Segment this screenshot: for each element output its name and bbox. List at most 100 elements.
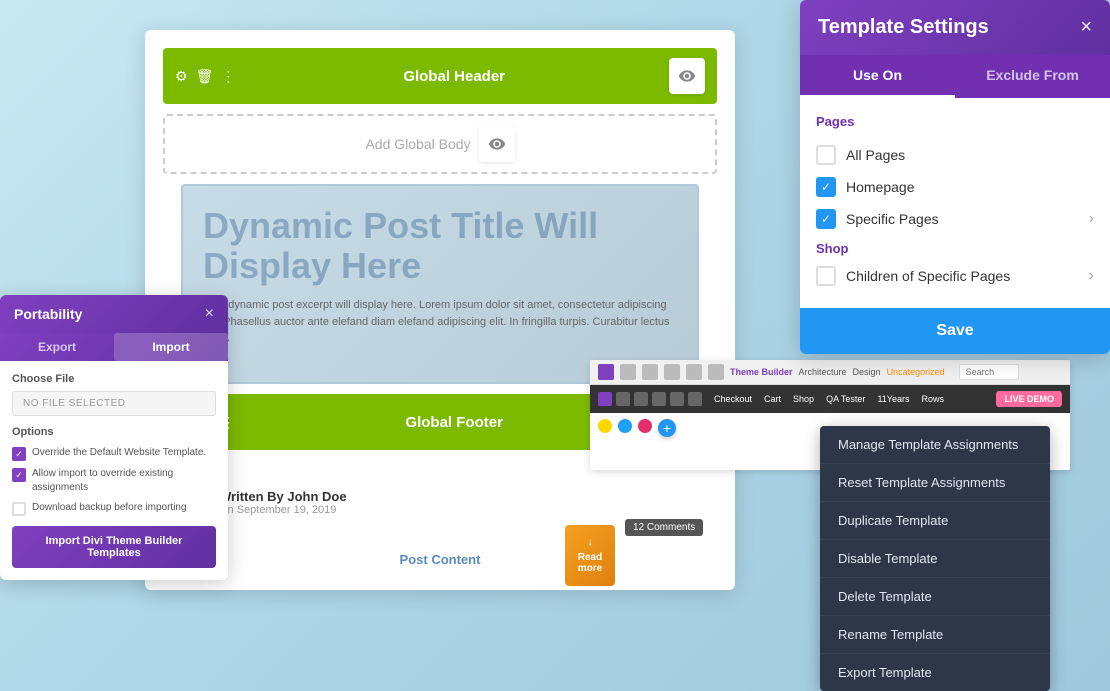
ts-header: Template Settings × <box>800 0 1110 55</box>
ts-label-children-specific: Children of Specific Pages <box>846 268 1079 284</box>
ts-checkbox-children-specific[interactable] <box>816 266 836 286</box>
facebook-social-icon[interactable] <box>598 419 612 433</box>
post-content-link[interactable]: Post Content <box>145 544 735 575</box>
demo-menu-set1[interactable] <box>616 392 630 406</box>
demo-add-icon[interactable] <box>598 364 614 380</box>
portability-tab-export[interactable]: Export <box>0 333 114 361</box>
demo-cart[interactable]: Cart <box>764 394 781 404</box>
read-more-button[interactable]: ↓ Read more <box>565 525 615 586</box>
template-row-header[interactable]: ⚙ 🗑 ⋮ Global Header <box>163 48 717 104</box>
dynamic-post-excerpt: Your dynamic post excerpt will display h… <box>203 297 677 347</box>
option-allow-import-check[interactable]: ✓ <box>12 468 26 482</box>
ts-tabs: Use On Exclude From <box>800 55 1110 98</box>
demo-11years[interactable]: 11Years <box>877 394 909 404</box>
specific-pages-arrow[interactable]: › <box>1089 210 1094 228</box>
visibility-toggle-header[interactable] <box>669 58 705 94</box>
ts-row-specific-pages[interactable]: ✓ Specific Pages › <box>816 203 1094 235</box>
design-label: Design <box>853 367 881 377</box>
demo-menu-set5[interactable] <box>688 392 702 406</box>
ts-checkbox-homepage[interactable]: ✓ <box>816 177 836 197</box>
ts-label-homepage: Homepage <box>846 179 1094 195</box>
menu-manage-assignments[interactable]: Manage Template Assignments <box>820 426 1050 464</box>
demo-grid-icon[interactable] <box>708 364 724 380</box>
ts-row-children-specific[interactable]: Children of Specific Pages › <box>816 260 1094 292</box>
portability-tabs: Export Import <box>0 333 228 361</box>
read-more-label: Read more <box>573 552 607 574</box>
file-input-display[interactable]: NO FILE SELECTED <box>12 391 216 416</box>
trash-icon-header[interactable]: 🗑 <box>196 68 214 85</box>
option-download-backup-check[interactable] <box>12 502 26 516</box>
menu-reset-assignments[interactable]: Reset Template Assignments <box>820 464 1050 502</box>
menu-duplicate[interactable]: Duplicate Template <box>820 502 1050 540</box>
demo-qa-tester[interactable]: QA Tester <box>826 394 865 404</box>
read-more-arrow: ↓ <box>588 537 593 548</box>
demo-menu-bar: Checkout Cart Shop QA Tester 11Years Row… <box>590 385 1070 413</box>
ts-title: Template Settings <box>818 16 989 39</box>
demo-rows[interactable]: Rows <box>921 394 944 404</box>
architecture-label: Architecture <box>799 367 847 377</box>
comments-badge[interactable]: 12 Comments <box>625 519 703 536</box>
settings-icon-header[interactable]: ⚙ <box>175 68 188 85</box>
instagram-social-icon[interactable] <box>638 419 652 433</box>
ts-row-all-pages[interactable]: All Pages <box>816 139 1094 171</box>
menu-delete[interactable]: Delete Template <box>820 578 1050 616</box>
option-override-label: Override the Default Website Template. <box>32 446 206 460</box>
option-allow-import-label: Allow import to override existing assign… <box>32 467 216 495</box>
dots-icon-header[interactable]: ⋮ <box>221 68 235 85</box>
import-button[interactable]: Import Divi Theme Builder Templates <box>12 526 216 568</box>
dynamic-content-block: Dynamic Post Title Will Display Here You… <box>181 184 699 384</box>
demo-info-icon[interactable] <box>642 364 658 380</box>
demo-dots-icon[interactable] <box>686 364 702 380</box>
ts-tab-exclude-from[interactable]: Exclude From <box>955 55 1110 98</box>
option-override-check[interactable]: ✓ <box>12 447 26 461</box>
demo-settings-icon[interactable] <box>620 364 636 380</box>
portability-title: Portability <box>14 306 82 322</box>
menu-rename[interactable]: Rename Template <box>820 616 1050 654</box>
shop-section-label: Shop <box>816 241 1094 256</box>
demo-more-icon[interactable] <box>664 364 680 380</box>
menu-disable[interactable]: Disable Template <box>820 540 1050 578</box>
pages-section-label: Pages <box>816 114 1094 129</box>
portability-panel: Portability × Export Import Choose File … <box>0 295 228 580</box>
portability-body: Choose File NO FILE SELECTED Options ✓ O… <box>0 361 228 580</box>
template-row-body[interactable]: Add Global Body <box>163 114 717 174</box>
demo-menu-add[interactable] <box>598 392 612 406</box>
twitter-social-icon[interactable] <box>618 419 632 433</box>
demo-nav-bar: Theme Builder Architecture Design Uncate… <box>590 360 1070 385</box>
visibility-toggle-body[interactable] <box>479 126 515 162</box>
theme-builder-label: Theme Builder <box>730 367 793 377</box>
dynamic-post-title: Dynamic Post Title Will Display Here <box>203 206 677 285</box>
builder-card: ⚙ 🗑 ⋮ Global Header Add Global Body Dyna… <box>145 30 735 590</box>
ts-close-button[interactable]: × <box>1080 16 1092 39</box>
portability-close-button[interactable]: × <box>205 305 214 323</box>
ts-row-homepage[interactable]: ✓ Homepage <box>816 171 1094 203</box>
demo-menu-set4[interactable] <box>670 392 684 406</box>
context-menu: Manage Template Assignments Reset Templa… <box>820 426 1050 691</box>
portability-tab-import[interactable]: Import <box>114 333 228 361</box>
ts-label-all-pages: All Pages <box>846 147 1094 163</box>
option-override: ✓ Override the Default Website Template. <box>12 446 216 461</box>
demo-menu-set2[interactable] <box>634 392 648 406</box>
options-title: Options <box>12 426 216 438</box>
file-section-label: Choose File <box>12 373 216 385</box>
ts-body: Pages All Pages ✓ Homepage ✓ Specific Pa… <box>800 98 1110 304</box>
demo-live-button[interactable]: LIVE DEMO <box>996 391 1062 407</box>
ts-label-specific-pages: Specific Pages <box>846 211 1079 227</box>
template-settings-panel: Template Settings × Use On Exclude From … <box>800 0 1110 354</box>
header-row-label: Global Header <box>247 68 661 85</box>
demo-shop[interactable]: Shop <box>793 394 814 404</box>
author-date: On September 19, 2019 <box>219 504 717 516</box>
children-specific-arrow[interactable]: › <box>1089 267 1094 285</box>
menu-export[interactable]: Export Template <box>820 654 1050 691</box>
ts-checkbox-specific-pages[interactable]: ✓ <box>816 209 836 229</box>
ts-save-button[interactable]: Save <box>800 308 1110 354</box>
demo-menu-set3[interactable] <box>652 392 666 406</box>
option-allow-import: ✓ Allow import to override existing assi… <box>12 467 216 495</box>
option-download-backup: Download backup before importing <box>12 501 216 516</box>
demo-checkout[interactable]: Checkout <box>714 394 752 404</box>
ts-checkbox-all-pages[interactable] <box>816 145 836 165</box>
demo-search-input[interactable] <box>959 364 1019 380</box>
option-download-backup-label: Download backup before importing <box>32 501 187 515</box>
ts-tab-use-on[interactable]: Use On <box>800 55 955 98</box>
add-row-button[interactable]: + <box>658 419 676 437</box>
